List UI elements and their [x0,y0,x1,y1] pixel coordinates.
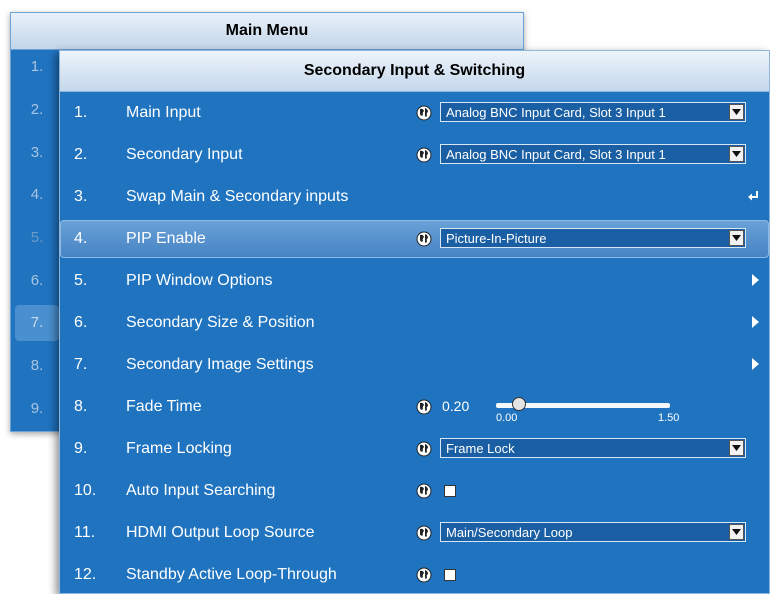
dropdown-value: Analog BNC Input Card, Slot 3 Input 1 [446,146,666,162]
dropdown-value: Picture-In-Picture [446,230,547,246]
row-number: 10. [74,482,97,499]
row-number: 4. [74,230,88,247]
row-label: Main Input [126,104,201,121]
globe-icon [416,147,432,163]
row-standby-active-loop-through[interactable]: 12. Standby Active Loop-Through [60,556,769,594]
globe-icon [416,483,432,499]
chevron-right-icon[interactable] [752,358,759,370]
globe-icon [416,441,432,457]
row-number: 6. [74,314,88,331]
row-number: 2. [74,146,88,163]
main-menu-item-2[interactable]: 2. [15,92,59,128]
chevron-right-icon[interactable] [752,274,759,286]
row-label: Secondary Input [126,146,243,163]
row-number: 12. [74,566,97,583]
row-label: Secondary Image Settings [126,356,314,373]
row-number: 5. [74,272,88,289]
fade-time-value: 0.20 [442,398,470,414]
standby-loop-through-checkbox[interactable] [444,569,456,581]
row-swap-inputs[interactable]: 3. Swap Main & Secondary inputs [60,178,769,216]
main-menu-item-1[interactable]: 1. [15,49,59,85]
globe-icon [416,567,432,583]
row-number: 1. [74,104,88,121]
slider-thumb[interactable] [512,397,527,411]
main-menu-item-7[interactable]: 7. [15,305,59,341]
main-input-dropdown[interactable]: Analog BNC Input Card, Slot 3 Input 1 [440,102,746,122]
dropdown-value: Main/Secondary Loop [446,524,573,540]
dropdown-arrow-icon[interactable] [729,230,744,246]
chevron-right-icon[interactable] [752,316,759,328]
globe-icon [416,231,432,247]
dropdown-arrow-icon[interactable] [729,146,744,162]
row-hdmi-output-loop-source[interactable]: 11. HDMI Output Loop Source Main/Seconda… [60,514,769,552]
row-secondary-size-position[interactable]: 6. Secondary Size & Position [60,304,769,342]
globe-icon [416,399,432,415]
row-number: 8. [74,398,88,415]
row-fade-time[interactable]: 8. Fade Time 0.20 0.00 1.50 [60,388,769,426]
main-menu-item-6[interactable]: 6. [15,263,59,299]
row-number: 7. [74,356,88,373]
row-label: Fade Time [126,398,202,415]
dropdown-value: Analog BNC Input Card, Slot 3 Input 1 [446,104,666,120]
dropdown-arrow-icon[interactable] [729,524,744,540]
main-menu-item-5[interactable]: 5. [15,220,59,256]
main-menu-item-3[interactable]: 3. [15,135,59,171]
dropdown-arrow-icon[interactable] [729,104,744,120]
slider-min-label: 0.00 [496,412,518,424]
row-label: Swap Main & Secondary inputs [126,188,349,205]
row-frame-locking[interactable]: 9. Frame Locking Frame Lock [60,430,769,468]
globe-icon [416,525,432,541]
dropdown-arrow-icon[interactable] [729,440,744,456]
row-number: 11. [74,524,96,541]
dropdown-value: Frame Lock [446,440,515,456]
row-pip-window-options[interactable]: 5. PIP Window Options [60,262,769,300]
row-label: Auto Input Searching [126,482,276,499]
slider-max-label: 1.50 [658,412,680,424]
row-secondary-input[interactable]: 2. Secondary Input Analog BNC Input Card… [60,136,769,174]
row-pip-enable[interactable]: 4. PIP Enable Picture-In-Picture [60,220,769,258]
row-label: Frame Locking [126,440,232,457]
row-label: PIP Enable [126,230,206,247]
row-secondary-image-settings[interactable]: 7. Secondary Image Settings [60,346,769,384]
enter-icon[interactable] [747,190,759,202]
main-menu-item-4[interactable]: 4. [15,177,59,213]
secondary-title: Secondary Input & Switching [60,51,769,92]
auto-input-searching-checkbox[interactable] [444,485,456,497]
row-label: PIP Window Options [126,272,273,289]
row-main-input[interactable]: 1. Main Input Analog BNC Input Card, Slo… [60,94,769,132]
row-number: 3. [74,188,88,205]
row-label: HDMI Output Loop Source [126,524,315,541]
globe-icon [416,105,432,121]
row-auto-input-searching[interactable]: 10. Auto Input Searching [60,472,769,510]
row-label: Secondary Size & Position [126,314,315,331]
frame-locking-dropdown[interactable]: Frame Lock [440,438,746,458]
main-menu-item-8[interactable]: 8. [15,348,59,384]
hdmi-output-loop-dropdown[interactable]: Main/Secondary Loop [440,522,746,542]
secondary-input-dropdown[interactable]: Analog BNC Input Card, Slot 3 Input 1 [440,144,746,164]
pip-enable-dropdown[interactable]: Picture-In-Picture [440,228,746,248]
row-label: Standby Active Loop-Through [126,566,337,583]
main-menu-title: Main Menu [11,13,523,50]
row-number: 9. [74,440,88,457]
secondary-input-window: Secondary Input & Switching 1. Main Inpu… [59,50,770,594]
main-menu-item-9[interactable]: 9. [15,391,59,427]
